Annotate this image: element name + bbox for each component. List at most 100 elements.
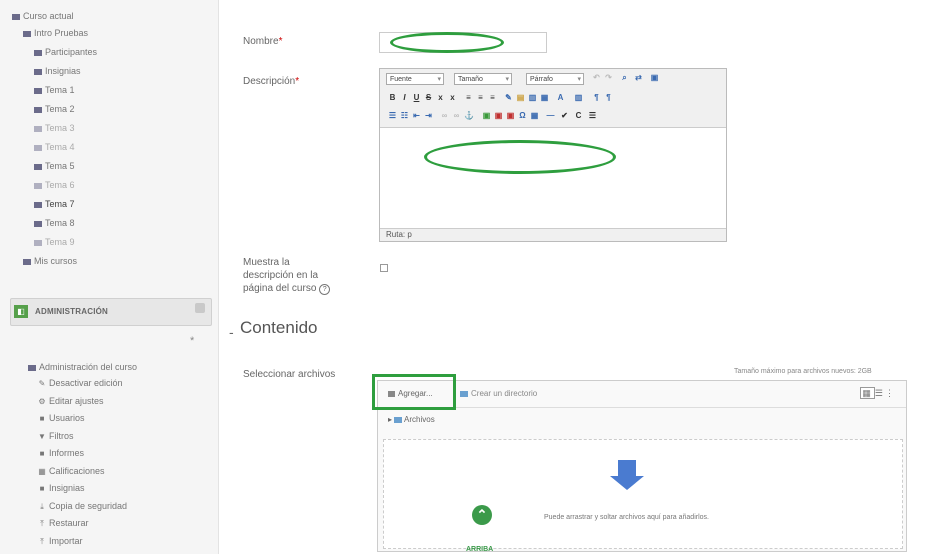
media-icon[interactable]: ▣	[494, 111, 503, 120]
back-to-top-icon[interactable]: ⌃	[472, 505, 492, 525]
admin-item[interactable]: ⤒ Importar	[38, 535, 83, 548]
paste-text-icon[interactable]: ▤	[516, 93, 525, 102]
folder-icon: ■	[39, 484, 45, 493]
underline-button[interactable]: U	[412, 93, 421, 102]
nav-item[interactable]: Intro Pruebas	[23, 27, 88, 39]
nav-item[interactable]: Tema 2	[34, 103, 75, 115]
admin-item[interactable]: ▦ Calificaciones	[38, 465, 104, 478]
admin-item[interactable]: ✎ Desactivar edición	[38, 377, 123, 390]
required-marker: *	[295, 76, 300, 87]
admin-item[interactable]: ■ Usuarios	[38, 412, 85, 425]
section-title[interactable]: Contenido	[240, 318, 318, 338]
spellcheck-icon[interactable]: ✔	[560, 111, 569, 120]
admin-item[interactable]: ■ Informes	[38, 447, 84, 460]
redo-button[interactable]: ↷	[604, 73, 613, 82]
folder-icon	[34, 239, 42, 246]
nav-item-label: Tema 9	[45, 237, 75, 247]
list-view-icon[interactable]: ☰	[875, 388, 885, 398]
show-description-checkbox[interactable]	[380, 264, 388, 272]
tree-view-icon[interactable]: ⋮	[885, 388, 896, 398]
nav-item[interactable]: Tema 3	[34, 122, 75, 134]
nav-item-label: Tema 7	[45, 199, 75, 209]
nav-item[interactable]: Tema 7	[34, 198, 75, 210]
description-label: Descripción*	[243, 76, 300, 87]
nav-item-label: Tema 5	[45, 161, 75, 171]
ltr-icon[interactable]: ¶	[592, 93, 601, 102]
nav-item[interactable]: Tema 1	[34, 84, 75, 96]
nav-item-label: Mis cursos	[34, 256, 78, 266]
restore-icon: ⤒	[40, 519, 44, 528]
font-select[interactable]: Fuente	[386, 73, 444, 86]
admin-heading-course[interactable]: Administración del curso	[28, 361, 137, 373]
fullscreen-icon[interactable]: ▣	[650, 73, 659, 82]
nav-item-label: Intro Pruebas	[34, 28, 89, 38]
collapse-block-button[interactable]	[195, 303, 205, 313]
cleanup-icon[interactable]: C	[574, 111, 583, 120]
nav-item[interactable]: Tema 8	[34, 217, 75, 229]
replace-icon[interactable]: ⇄	[634, 73, 643, 82]
folder-icon	[23, 30, 31, 37]
clear-format-icon[interactable]: ✎	[504, 93, 513, 102]
superscript-button[interactable]: x	[448, 93, 457, 102]
italic-button[interactable]: I	[400, 93, 409, 102]
emoticon-icon[interactable]: ▣	[506, 111, 515, 120]
text-color-icon[interactable]: A	[556, 93, 565, 102]
image-icon[interactable]: ▣	[482, 111, 491, 120]
strikethrough-button[interactable]: S	[424, 93, 433, 102]
anchor-icon[interactable]: ⚓	[464, 111, 474, 120]
nav-item[interactable]: Insignias	[34, 65, 81, 77]
admin-item[interactable]: ⚙ Editar ajustes	[38, 395, 103, 408]
nav-item[interactable]: Curso actual	[12, 10, 74, 22]
admin-item-label: Insignias	[49, 483, 85, 493]
admin-item[interactable]: ⤒ Restaurar	[38, 517, 88, 530]
gear-icon: ⚙	[38, 396, 46, 406]
icon-view-icon[interactable]: ▦	[860, 387, 875, 399]
bold-button[interactable]: B	[388, 93, 397, 102]
create-folder-button[interactable]: Crear un directorio	[460, 389, 537, 398]
nav-item[interactable]: Tema 5	[34, 160, 75, 172]
file-manager-toolbar: Agregar... Crear un directorio ▦ ☰⋮	[378, 381, 906, 408]
undo-button[interactable]: ↶	[592, 73, 601, 82]
admin-item[interactable]: ▼ Filtros	[38, 430, 73, 443]
nav-item[interactable]: Tema 4	[34, 141, 75, 153]
file-path-breadcrumb[interactable]: ▸ Archivos	[388, 415, 435, 424]
nav-item[interactable]: Participantes	[34, 46, 97, 58]
align-right-icon[interactable]: ≡	[488, 93, 497, 102]
link-icon[interactable]: ∞	[440, 111, 449, 120]
bullet-list-icon[interactable]: ☰	[388, 111, 397, 120]
import-icon: ⤒	[40, 536, 44, 546]
rtl-icon[interactable]: ¶	[604, 93, 613, 102]
find-icon[interactable]: ⌕	[620, 73, 629, 82]
align-left-icon[interactable]: ≡	[464, 93, 473, 102]
nav-item[interactable]: Tema 6	[34, 179, 75, 191]
size-select[interactable]: Tamaño	[454, 73, 512, 86]
hr-icon[interactable]: —	[546, 111, 555, 120]
nav-item[interactable]: Tema 9	[34, 236, 75, 248]
section-toggle-icon[interactable]: -	[229, 324, 234, 340]
table-icon[interactable]: ▦	[530, 111, 539, 120]
admin-item[interactable]: ⤓ Copia de seguridad	[38, 500, 127, 513]
paste-word-icon[interactable]: ▥	[528, 93, 537, 102]
admin-item-label: Importar	[49, 535, 83, 546]
paste-icon[interactable]: ▦	[540, 93, 549, 102]
subscript-button[interactable]: x	[436, 93, 445, 102]
bg-color-icon[interactable]: ▥	[574, 93, 583, 102]
toolbar-toggle-icon[interactable]: ☰	[588, 111, 597, 120]
indent-icon[interactable]: ⇥	[424, 111, 433, 120]
special-char-icon[interactable]: Ω	[518, 111, 527, 120]
folder-icon	[34, 68, 42, 75]
block-actions-marker[interactable]: *	[190, 335, 194, 347]
align-center-icon[interactable]: ≡	[476, 93, 485, 102]
back-to-top-label[interactable]: ARRIBA	[466, 546, 493, 553]
unlink-icon[interactable]: ∞	[452, 111, 461, 120]
folder-icon	[34, 144, 42, 151]
name-label: Nombre*	[243, 36, 283, 47]
format-select[interactable]: Párrafo	[526, 73, 584, 86]
outdent-icon[interactable]: ⇤	[412, 111, 421, 120]
nav-item[interactable]: Mis cursos	[23, 255, 77, 267]
help-icon[interactable]: ?	[319, 284, 331, 295]
admin-item[interactable]: ■ Insignias	[38, 482, 85, 495]
admin-block-header[interactable]: ◧ ADMINISTRACIÓN	[10, 298, 212, 326]
number-list-icon[interactable]: ☷	[400, 111, 409, 120]
drop-zone[interactable]: Puede arrastrar y soltar archivos aquí p…	[383, 439, 903, 549]
